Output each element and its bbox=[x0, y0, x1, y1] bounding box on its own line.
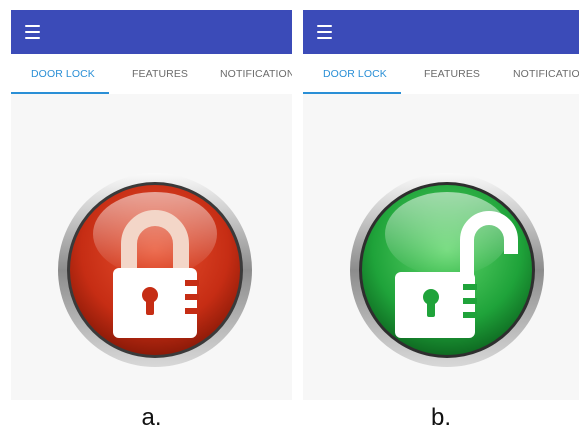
tab-active-indicator bbox=[303, 92, 401, 94]
lock-button[interactable] bbox=[349, 172, 545, 368]
tab-active-indicator bbox=[11, 92, 109, 94]
caption-b: b. bbox=[430, 404, 451, 431]
app-bar bbox=[303, 10, 579, 54]
caption-a: a. bbox=[141, 404, 162, 431]
app-bar bbox=[11, 10, 292, 54]
lock-button[interactable] bbox=[57, 172, 253, 368]
tab-bar: DOOR LOCK FEATURES NOTIFICATION bbox=[303, 54, 579, 94]
hamburger-menu-icon[interactable] bbox=[317, 25, 332, 39]
lock-area bbox=[11, 160, 292, 380]
tab-notifications[interactable]: NOTIFICATIONS bbox=[220, 54, 292, 94]
lock-area bbox=[303, 160, 579, 380]
hamburger-menu-icon[interactable] bbox=[25, 25, 40, 39]
tab-notifications[interactable]: NOTIFICATION bbox=[513, 54, 579, 94]
tab-door-lock[interactable]: DOOR LOCK bbox=[31, 54, 95, 94]
tab-features[interactable]: FEATURES bbox=[132, 54, 188, 94]
tab-bar: DOOR LOCK FEATURES NOTIFICATIONS bbox=[11, 54, 292, 94]
tab-door-lock[interactable]: DOOR LOCK bbox=[323, 54, 387, 94]
screenshot-panel-b: DOOR LOCK FEATURES NOTIFICATION bbox=[303, 10, 579, 400]
screenshot-panel-a: DOOR LOCK FEATURES NOTIFICATIONS bbox=[11, 10, 292, 400]
tab-features[interactable]: FEATURES bbox=[424, 54, 480, 94]
padlock-locked-icon bbox=[113, 268, 197, 338]
figure: DOOR LOCK FEATURES NOTIFICATIONS bbox=[0, 0, 579, 435]
